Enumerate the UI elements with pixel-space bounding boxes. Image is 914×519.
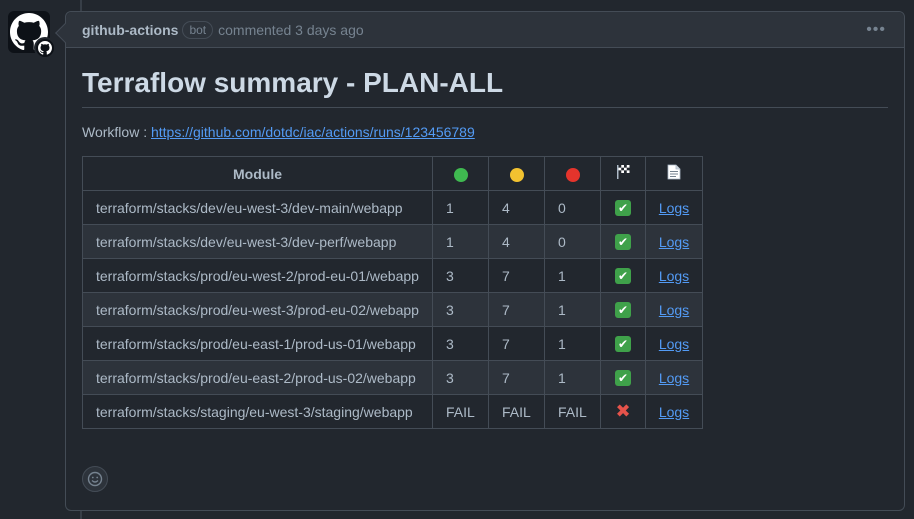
destroy-count-cell: 1	[544, 326, 601, 361]
status-cell: ✔	[600, 190, 646, 225]
logs-cell: Logs	[645, 394, 703, 429]
module-cell: terraform/stacks/prod/eu-west-3/prod-eu-…	[82, 292, 433, 327]
status-cell: ✖	[600, 394, 646, 429]
status-cell: ✔	[600, 224, 646, 259]
bot-label: bot	[182, 20, 214, 39]
module-cell: terraform/stacks/dev/eu-west-3/dev-perf/…	[82, 224, 433, 259]
logs-cell: Logs	[645, 190, 703, 225]
header-add	[432, 156, 489, 191]
destroy-count-cell: 1	[544, 258, 601, 293]
summary-title: Terraflow summary - PLAN-ALL	[82, 67, 888, 108]
cross-mark-icon: ✖	[615, 401, 631, 421]
check-mark-icon: ✔	[615, 268, 631, 285]
logs-link[interactable]: Logs	[659, 200, 689, 216]
destroy-count-cell: FAIL	[544, 394, 601, 429]
smiley-icon	[87, 471, 103, 487]
header-change	[488, 156, 545, 191]
logs-cell: Logs	[645, 360, 703, 395]
destroy-count-cell: 0	[544, 190, 601, 225]
destroy-count-cell: 1	[544, 292, 601, 327]
add-count-cell: 1	[432, 224, 489, 259]
page-facing-up-icon	[667, 164, 681, 180]
workflow-link[interactable]: https://github.com/dotdc/iac/actions/run…	[151, 124, 475, 140]
table-row: terraform/stacks/staging/eu-west-3/stagi…	[82, 394, 703, 429]
github-app-badge-icon	[34, 37, 56, 59]
change-count-cell: 7	[488, 326, 545, 361]
logs-cell: Logs	[645, 258, 703, 293]
table-row: terraform/stacks/prod/eu-east-1/prod-us-…	[82, 326, 703, 361]
change-count-cell: 7	[488, 360, 545, 395]
comment-header: github-actions bot commented 3 days ago …	[66, 12, 904, 48]
add-reaction-button[interactable]	[82, 466, 108, 492]
module-cell: terraform/stacks/staging/eu-west-3/stagi…	[82, 394, 433, 429]
check-mark-icon: ✔	[615, 370, 631, 387]
comment-body: Terraflow summary - PLAN-ALL Workflow : …	[66, 48, 904, 429]
add-count-cell: 3	[432, 292, 489, 327]
workflow-label: Workflow :	[82, 124, 151, 140]
module-cell: terraform/stacks/prod/eu-east-1/prod-us-…	[82, 326, 433, 361]
check-mark-icon: ✔	[615, 336, 631, 353]
change-count-cell: 7	[488, 258, 545, 293]
table-row: terraform/stacks/dev/eu-west-3/dev-main/…	[82, 190, 703, 225]
logs-cell: Logs	[645, 326, 703, 361]
kebab-horizontal-icon[interactable]: •••	[866, 21, 886, 39]
header-module: Module	[82, 156, 433, 191]
table-row: terraform/stacks/prod/eu-west-2/prod-eu-…	[82, 258, 703, 293]
status-cell: ✔	[600, 360, 646, 395]
avatar[interactable]	[8, 11, 56, 59]
yellow-circle-icon	[509, 167, 524, 182]
logs-link[interactable]: Logs	[659, 268, 689, 284]
workflow-line: Workflow : https://github.com/dotdc/iac/…	[82, 124, 888, 140]
add-count-cell: 1	[432, 190, 489, 225]
change-count-cell: FAIL	[488, 394, 545, 429]
logs-cell: Logs	[645, 292, 703, 327]
add-count-cell: 3	[432, 258, 489, 293]
checkered-flag-icon	[617, 165, 630, 179]
header-status	[600, 156, 646, 191]
module-cell: terraform/stacks/dev/eu-west-3/dev-main/…	[82, 190, 433, 225]
table-row: terraform/stacks/dev/eu-west-3/dev-perf/…	[82, 224, 703, 259]
logs-link[interactable]: Logs	[659, 336, 689, 352]
destroy-count-cell: 1	[544, 360, 601, 395]
check-mark-icon: ✔	[615, 302, 631, 319]
header-logs	[645, 156, 703, 191]
table-body: terraform/stacks/dev/eu-west-3/dev-main/…	[82, 190, 703, 429]
logs-link[interactable]: Logs	[659, 234, 689, 250]
header-destroy	[544, 156, 601, 191]
table-row: terraform/stacks/prod/eu-east-2/prod-us-…	[82, 360, 703, 395]
check-mark-icon: ✔	[615, 234, 631, 251]
module-cell: terraform/stacks/prod/eu-west-2/prod-eu-…	[82, 258, 433, 293]
change-count-cell: 4	[488, 224, 545, 259]
change-count-cell: 4	[488, 190, 545, 225]
logs-link[interactable]: Logs	[659, 302, 689, 318]
add-count-cell: FAIL	[432, 394, 489, 429]
logs-link[interactable]: Logs	[659, 370, 689, 386]
comment-timestamp[interactable]: commented 3 days ago	[218, 22, 364, 38]
status-cell: ✔	[600, 292, 646, 327]
table-header-row: Module	[82, 156, 703, 191]
change-count-cell: 7	[488, 292, 545, 327]
add-count-cell: 3	[432, 360, 489, 395]
check-mark-icon: ✔	[615, 200, 631, 217]
summary-table: Module terraform/stacks/dev/eu-west-3/de…	[82, 156, 703, 429]
green-circle-icon	[453, 167, 468, 182]
status-cell: ✔	[600, 258, 646, 293]
table-row: terraform/stacks/prod/eu-west-3/prod-eu-…	[82, 292, 703, 327]
logs-cell: Logs	[645, 224, 703, 259]
add-count-cell: 3	[432, 326, 489, 361]
comment-box: github-actions bot commented 3 days ago …	[55, 11, 905, 511]
destroy-count-cell: 0	[544, 224, 601, 259]
author-name[interactable]: github-actions	[82, 22, 178, 38]
logs-link[interactable]: Logs	[659, 404, 689, 420]
module-cell: terraform/stacks/prod/eu-east-2/prod-us-…	[82, 360, 433, 395]
status-cell: ✔	[600, 326, 646, 361]
red-circle-icon	[565, 167, 580, 182]
